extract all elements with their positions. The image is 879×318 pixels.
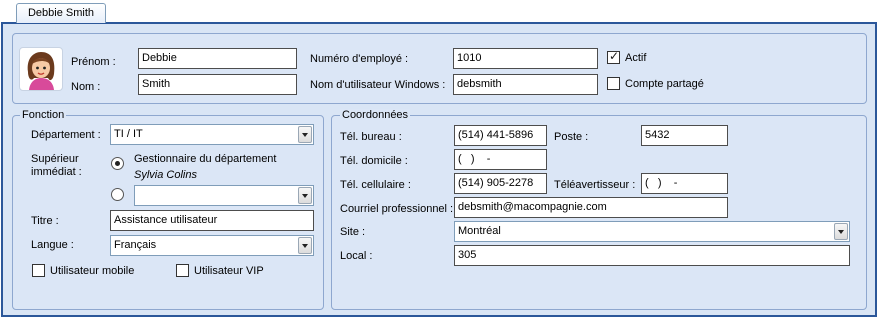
pager-label: Téléavertisseur : [554, 179, 636, 191]
prenom-field[interactable]: Debbie [138, 48, 297, 69]
department-select[interactable]: TI / IT [110, 124, 314, 145]
extension-label: Poste : [554, 131, 589, 143]
tab-strip [0, 0, 879, 24]
mobile-user-label: Utilisateur mobile [50, 265, 135, 277]
site-value: Montréal [458, 225, 501, 237]
prenom-label: Prénom : [71, 56, 116, 68]
user-avatar [19, 47, 63, 91]
home-phone-field[interactable]: ( ) - [454, 149, 547, 170]
windows-user-field[interactable]: debsmith [453, 74, 598, 95]
shared-account-checkbox[interactable] [607, 77, 620, 90]
superior-label-line1: Supérieur [31, 153, 79, 165]
coordonnees-legend: Coordonnées [340, 109, 411, 121]
employee-number-label: Numéro d'employé : [310, 53, 409, 65]
cell-phone-field[interactable]: (514) 905-2278 [454, 173, 547, 194]
vip-user-label: Utilisateur VIP [194, 265, 264, 277]
shared-account-label: Compte partagé [625, 78, 704, 90]
language-select[interactable]: Français [110, 235, 314, 256]
superior-department-manager-radio[interactable] [111, 157, 124, 170]
superior-custom-radio[interactable] [111, 188, 124, 201]
title-label: Titre : [31, 215, 59, 227]
local-label: Local : [340, 250, 373, 262]
language-label: Langue : [31, 239, 74, 251]
employee-number-field[interactable]: 1010 [453, 48, 598, 69]
email-label: Courriel professionnel : [340, 203, 454, 215]
department-value: TI / IT [114, 128, 143, 140]
pager-field[interactable]: ( ) - [641, 173, 728, 194]
tab-debbie-smith[interactable]: Debbie Smith [16, 3, 106, 23]
superior-option1-label: Gestionnaire du département [134, 153, 277, 165]
superior-custom-select[interactable] [134, 185, 314, 206]
language-value: Français [114, 239, 157, 251]
email-field[interactable]: debsmith@macompagnie.com [454, 197, 728, 218]
office-phone-field[interactable]: (514) 441-5896 [454, 125, 547, 146]
site-dropdown-button[interactable] [834, 223, 848, 240]
nom-field[interactable]: Smith [138, 74, 297, 95]
language-dropdown-button[interactable] [298, 237, 312, 254]
department-dropdown-button[interactable] [298, 126, 312, 143]
vip-user-checkbox[interactable] [176, 264, 189, 277]
cell-phone-label: Tél. cellulaire : [340, 179, 411, 191]
home-phone-label: Tél. domicile : [340, 155, 408, 167]
department-label: Département : [31, 129, 101, 141]
office-phone-label: Tél. bureau : [340, 131, 402, 143]
fonction-legend: Fonction [20, 109, 67, 121]
actif-checkbox[interactable] [607, 49, 620, 64]
extension-field[interactable]: 5432 [641, 125, 728, 146]
title-field[interactable]: Assistance utilisateur [110, 210, 314, 231]
actif-label: Actif [625, 52, 647, 64]
site-label: Site : [340, 226, 366, 238]
superior-dropdown-button[interactable] [298, 187, 312, 204]
windows-user-label: Nom d'utilisateur Windows : [310, 79, 446, 91]
site-select[interactable]: Montréal [454, 221, 850, 242]
mobile-user-checkbox[interactable] [32, 264, 45, 277]
superior-option1-name: Sylvia Colins [134, 169, 197, 181]
local-field[interactable]: 305 [454, 245, 850, 266]
superior-label-line2: immédiat : [31, 166, 82, 178]
nom-label: Nom : [71, 81, 101, 93]
avatar-icon [27, 52, 55, 90]
